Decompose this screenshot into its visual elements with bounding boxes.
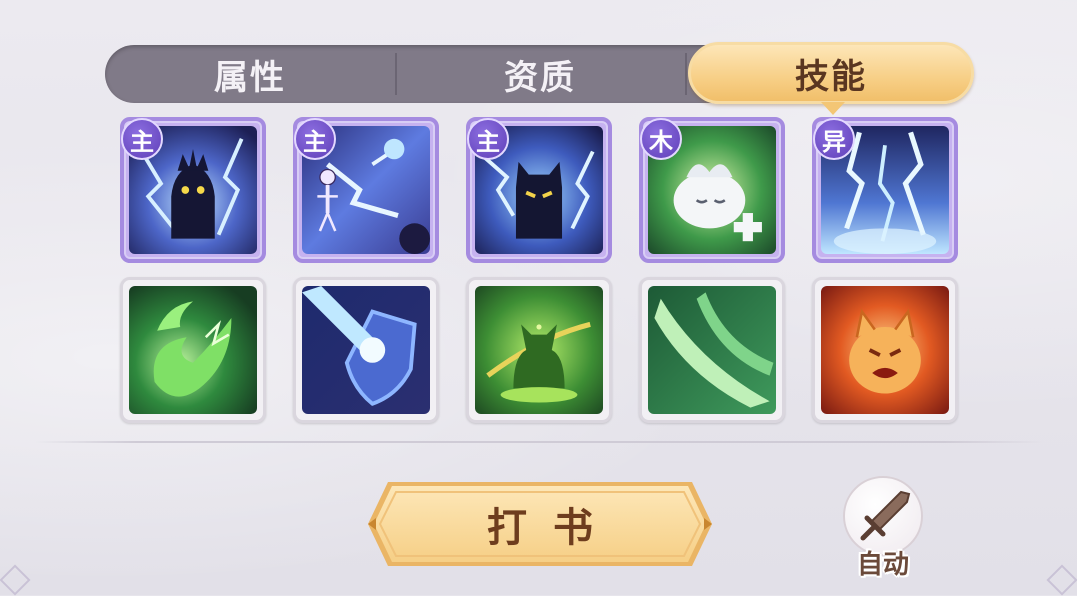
auto-label: 自动	[856, 550, 909, 580]
skill-type-badge: 主	[294, 118, 336, 160]
tab-divider	[685, 53, 687, 95]
green-slash-icon	[648, 286, 776, 414]
tab-aptitude[interactable]: 资质	[395, 45, 685, 103]
skill-type-badge: 主	[121, 118, 163, 160]
auto-button[interactable]: 自动	[840, 476, 926, 580]
learn-skill-button[interactable]: 打书	[366, 476, 714, 572]
skill-slot[interactable]: 主	[466, 117, 612, 263]
tab-bar: 属性 资质 技能	[105, 42, 974, 115]
meditating-cat-icon	[475, 286, 603, 414]
skill-slot[interactable]: 主	[120, 117, 266, 263]
sword-icon	[860, 490, 911, 541]
skill-slot[interactable]	[466, 277, 612, 423]
skill-slot[interactable]: 异	[812, 117, 958, 263]
skill-type-badge: 异	[813, 118, 855, 160]
tab-skills[interactable]: 技能	[688, 42, 974, 115]
shield-pierce-icon	[302, 286, 430, 414]
tab-attributes[interactable]: 属性	[105, 45, 395, 103]
green-fireball-icon	[129, 286, 257, 414]
skill-slot[interactable]	[812, 277, 958, 423]
skill-type-badge: 主	[467, 118, 509, 160]
section-divider	[35, 441, 1045, 443]
skill-slot[interactable]: 主	[293, 117, 439, 263]
skill-slot[interactable]	[293, 277, 439, 423]
skill-slot[interactable]	[120, 277, 266, 423]
skill-grid: 主 主 主 木 异	[120, 117, 960, 423]
skill-slot[interactable]	[639, 277, 785, 423]
skill-type-badge: 木	[640, 118, 682, 160]
learn-skill-label: 打书	[487, 505, 619, 551]
skill-slot[interactable]: 木	[639, 117, 785, 263]
fire-beast-rage-icon	[821, 286, 949, 414]
